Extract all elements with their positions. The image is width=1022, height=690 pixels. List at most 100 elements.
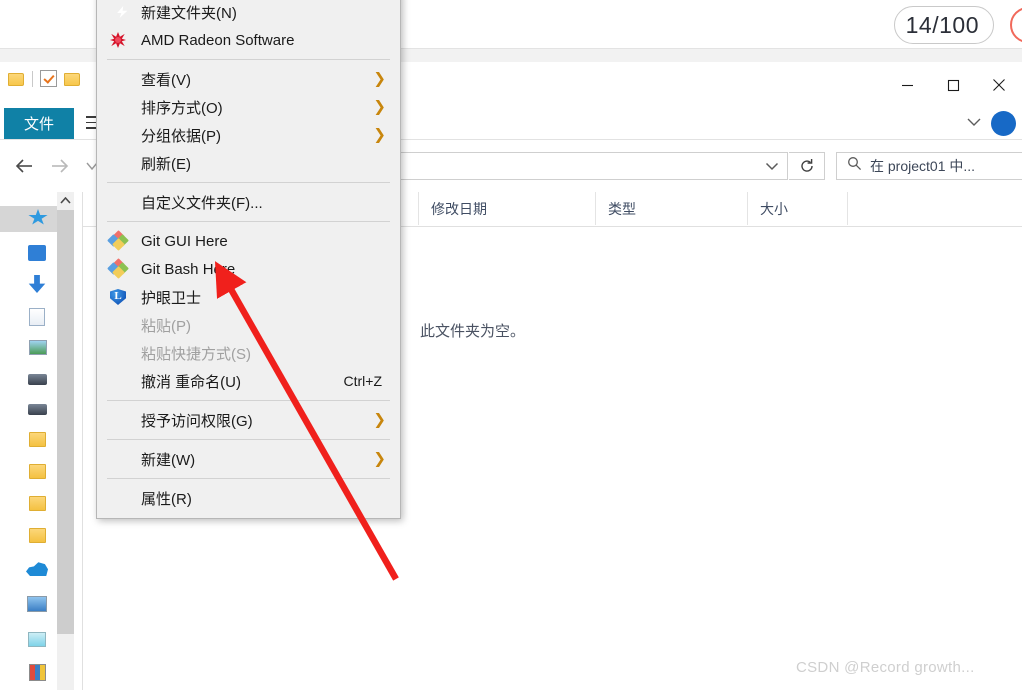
nav-pane-scroll-thumb[interactable] bbox=[57, 210, 74, 634]
drive-icon[interactable] bbox=[28, 374, 47, 385]
menu-item-paste-shortcut: 粘贴快捷方式(S) bbox=[97, 339, 400, 367]
column-header-size[interactable]: 大小 bbox=[747, 192, 847, 225]
menu-item-label: 粘贴快捷方式(S) bbox=[141, 345, 251, 363]
minimize-icon[interactable] bbox=[884, 62, 930, 108]
folder-icon[interactable] bbox=[8, 72, 25, 86]
menu-item-label: 属性(R) bbox=[141, 490, 192, 508]
menu-item-group-by[interactable]: 分组依据(P) ❯ bbox=[97, 121, 400, 149]
window-controls bbox=[884, 62, 1022, 108]
column-label: 类型 bbox=[608, 200, 636, 217]
control-panel-icon[interactable] bbox=[29, 664, 46, 681]
menu-item-label: 粘贴(P) bbox=[141, 317, 191, 335]
this-pc-icon[interactable] bbox=[27, 596, 47, 612]
scroll-up-icon[interactable] bbox=[57, 192, 74, 209]
network-icon[interactable] bbox=[28, 632, 46, 647]
column-header-blank[interactable] bbox=[847, 192, 1022, 225]
chevron-down-icon[interactable] bbox=[966, 114, 982, 132]
counter-label: 14/100 bbox=[905, 11, 979, 38]
menu-item-label: 分组依据(P) bbox=[141, 127, 221, 145]
menu-item-properties[interactable]: 属性(R) bbox=[97, 484, 400, 512]
tab-file-label: 文件 bbox=[23, 116, 54, 133]
column-header-type[interactable]: 类型 bbox=[595, 192, 747, 225]
menu-item-paste: 粘贴(P) bbox=[97, 311, 400, 339]
menu-item-eye-guard[interactable]: 护眼卫士 bbox=[97, 283, 400, 311]
menu-item-label: 刷新(E) bbox=[141, 155, 191, 173]
menu-item-grant-access[interactable]: 授予访问权限(G) ❯ bbox=[97, 406, 400, 434]
column-label: 大小 bbox=[760, 200, 788, 217]
menu-item-amd-radeon-software[interactable]: AMD Radeon Software bbox=[97, 26, 400, 54]
menu-separator bbox=[107, 221, 390, 222]
desktop-icon[interactable] bbox=[28, 245, 46, 261]
menu-item-undo-rename[interactable]: 撤消 重命名(U) Ctrl+Z bbox=[97, 367, 400, 395]
menu-item-accelerator: Ctrl+Z bbox=[343, 373, 383, 389]
back-arrow-icon[interactable] bbox=[8, 150, 40, 182]
toolbar-separator bbox=[32, 70, 33, 87]
menu-item-label: 护眼卫士 bbox=[141, 289, 202, 307]
menu-separator bbox=[107, 439, 390, 440]
menu-item-label: 自定义文件夹(F)... bbox=[141, 194, 263, 212]
help-icon[interactable] bbox=[991, 111, 1016, 136]
folder-icon[interactable] bbox=[29, 432, 46, 447]
menu-item-label: Git Bash Here bbox=[141, 260, 236, 278]
new-folder-bolt-icon bbox=[109, 3, 127, 21]
menu-item-label: Git GUI Here bbox=[141, 232, 228, 250]
chevron-right-icon: ❯ bbox=[373, 98, 386, 116]
pictures-icon[interactable] bbox=[29, 340, 47, 355]
watermark: CSDN @Record growth... bbox=[796, 659, 975, 676]
properties-checkbox-icon[interactable] bbox=[40, 70, 57, 87]
menu-item-label: 查看(V) bbox=[141, 71, 191, 89]
forward-arrow-icon[interactable] bbox=[44, 150, 76, 182]
amd-radeon-icon bbox=[109, 31, 127, 49]
folder-icon[interactable] bbox=[29, 528, 46, 543]
chevron-right-icon: ❯ bbox=[373, 411, 386, 429]
menu-item-new-folder[interactable]: 新建文件夹(N) bbox=[97, 0, 400, 26]
menu-item-label: AMD Radeon Software bbox=[141, 31, 295, 49]
drive-icon[interactable] bbox=[28, 404, 47, 415]
menu-item-sort-by[interactable]: 排序方式(O) ❯ bbox=[97, 93, 400, 121]
menu-separator bbox=[107, 400, 390, 401]
menu-item-refresh[interactable]: 刷新(E) bbox=[97, 149, 400, 177]
menu-separator bbox=[107, 59, 390, 60]
search-icon bbox=[847, 156, 862, 176]
screenshot-root: 14/100 文件 在 project01 中... 修改日期 类型 大小 此文… bbox=[0, 0, 1022, 690]
search-input[interactable]: 在 project01 中... bbox=[836, 152, 1022, 180]
menu-item-label: 排序方式(O) bbox=[141, 99, 223, 117]
git-icon bbox=[107, 230, 129, 251]
menu-item-customize-folder[interactable]: 自定义文件夹(F)... bbox=[97, 188, 400, 216]
column-label: 修改日期 bbox=[431, 200, 487, 217]
menu-item-new[interactable]: 新建(W) ❯ bbox=[97, 445, 400, 473]
menu-item-label: 新建文件夹(N) bbox=[141, 4, 237, 22]
context-menu: 新建文件夹(N) AMD Radeon Software 查看(V) ❯ 排序方… bbox=[96, 0, 401, 519]
search-placeholder: 在 project01 中... bbox=[870, 158, 976, 174]
quick-access-toolbar bbox=[8, 70, 81, 87]
menu-separator bbox=[107, 478, 390, 479]
chevron-right-icon: ❯ bbox=[373, 450, 386, 468]
new-folder-icon[interactable] bbox=[64, 72, 81, 86]
folder-icon[interactable] bbox=[29, 496, 46, 511]
onedrive-icon[interactable] bbox=[26, 562, 48, 576]
menu-item-label: 授予访问权限(G) bbox=[141, 412, 253, 430]
menu-item-git-bash-here[interactable]: Git Bash Here bbox=[97, 255, 400, 283]
downloads-icon[interactable] bbox=[28, 275, 46, 293]
column-header-modified[interactable]: 修改日期 bbox=[418, 192, 595, 225]
menu-item-label: 撤消 重命名(U) bbox=[141, 373, 241, 391]
tab-file[interactable]: 文件 bbox=[4, 108, 74, 139]
close-icon[interactable] bbox=[976, 62, 1022, 108]
documents-icon[interactable] bbox=[29, 308, 45, 326]
chevron-down-icon[interactable] bbox=[765, 158, 779, 176]
navigation-pane bbox=[0, 192, 83, 690]
empty-folder-message: 此文件夹为空。 bbox=[420, 323, 526, 340]
counter-pill: 14/100 bbox=[894, 6, 994, 44]
menu-item-view[interactable]: 查看(V) ❯ bbox=[97, 65, 400, 93]
chevron-right-icon: ❯ bbox=[373, 70, 386, 88]
folder-icon[interactable] bbox=[29, 464, 46, 479]
eye-guard-shield-icon bbox=[109, 288, 127, 306]
chevron-right-icon: ❯ bbox=[373, 126, 386, 144]
menu-separator bbox=[107, 182, 390, 183]
refresh-icon[interactable] bbox=[789, 152, 825, 180]
maximize-icon[interactable] bbox=[930, 62, 976, 108]
menu-item-label: 新建(W) bbox=[141, 451, 196, 469]
git-icon bbox=[107, 258, 129, 279]
nav-item-selected-highlight bbox=[0, 206, 57, 232]
menu-item-git-gui-here[interactable]: Git GUI Here bbox=[97, 227, 400, 255]
